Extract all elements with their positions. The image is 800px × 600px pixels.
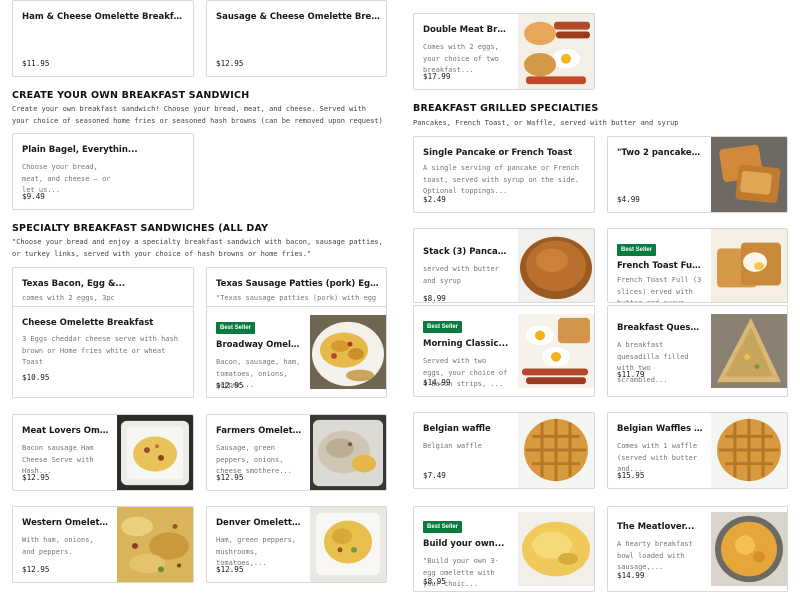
- item-name: Belgian waffle: [423, 424, 491, 434]
- menu-item-the-meatlover[interactable]: The Meatlover... A hearty breakfast bowl…: [607, 506, 788, 592]
- item-name: Stack (3) Pancakes: [423, 247, 510, 257]
- item-price: $12.95: [22, 473, 50, 482]
- item-price: $8.99: [423, 294, 446, 303]
- menu-item-sausage-cheese-omelette[interactable]: Sausage & Cheese Omelette Breakfast $12.…: [206, 0, 387, 77]
- gravy-omelette-photo: [310, 415, 386, 490]
- menu-item-two-pancakes[interactable]: "Two 2 pancakes or... $4.99: [607, 136, 788, 213]
- item-description: A single serving of pancake or French to…: [423, 164, 579, 195]
- item-price: $15.95: [617, 471, 645, 480]
- item-price: $12.95: [22, 565, 50, 574]
- quesadilla-photo: [711, 314, 787, 388]
- item-name: Texas Sausage Patties (pork) Egg, and...: [216, 279, 380, 289]
- item-price: $12.95: [216, 381, 244, 390]
- menu-item-breakfast-quesadilla[interactable]: Breakfast Quesadilla A breakfast quesadi…: [607, 305, 788, 397]
- item-price: $17.99: [423, 72, 451, 81]
- item-name: Belgian Waffles with ...: [617, 424, 703, 434]
- item-name: Texas Bacon, Egg &...: [22, 279, 126, 289]
- menu-item-farmers-omelette[interactable]: Farmers Omelette... Sausage, green peppe…: [206, 414, 387, 491]
- best-seller-badge: Best Seller: [423, 321, 463, 333]
- menu-item-morning-classic[interactable]: Best Seller Morning Classic... Served wi…: [413, 305, 595, 397]
- menu-item-stack-pancakes[interactable]: Stack (3) Pancakes served with butter an…: [413, 228, 595, 303]
- breakfast-platter-photo: [518, 14, 594, 89]
- folded-omelette-photo: [518, 512, 594, 586]
- french-toast-cream-photo: [711, 229, 787, 302]
- omelette-container-photo: [117, 415, 193, 490]
- section-title-specialty-sandwiches: SPECIALTY BREAKFAST SANDWICHES (ALL DAY: [12, 223, 269, 234]
- item-price: $12.95: [216, 565, 244, 574]
- item-name: Ham & Cheese Omelette Breakfast: [22, 12, 187, 22]
- item-name: Build your own...: [423, 539, 505, 549]
- item-price: $2.49: [423, 195, 446, 204]
- waffle-photo-2: [711, 413, 787, 488]
- item-description: A hearty breakfast bowl loaded with saus…: [617, 540, 693, 571]
- item-name: Single Pancake or French Toast: [423, 148, 573, 158]
- item-price: $14.99: [423, 378, 451, 387]
- item-price: $8.95: [423, 577, 446, 586]
- item-price: $10.95: [22, 373, 50, 382]
- section-description-grilled-specialties: Pancakes, French Toast, or Waffle, serve…: [413, 119, 679, 127]
- item-name: French Toast Full (3...: [617, 261, 703, 271]
- item-price: $12.95: [216, 473, 244, 482]
- breakfast-bowl-photo: [711, 512, 787, 586]
- section-description-create-sandwich: Create your own breakfast sandwich! Choo…: [12, 105, 383, 125]
- menu-item-western-omelette[interactable]: Western Omelette... With ham, onions, an…: [12, 506, 194, 583]
- menu-item-broadway-omelette[interactable]: Best Seller Broadway Omelette... Bacon, …: [206, 306, 387, 398]
- waffle-photo: [518, 413, 594, 488]
- item-description: A breakfast quesadilla filled with two s…: [617, 341, 689, 384]
- omelette-plate-photo: [310, 315, 386, 389]
- menu-item-meat-lovers-omelette[interactable]: Meat Lovers Omelett... Bacon sausage Ham…: [12, 414, 194, 491]
- item-price: $11.79: [617, 370, 645, 379]
- item-price: $11.95: [22, 59, 50, 68]
- section-title-grilled-specialties: BREAKFAST GRILLED SPECIALTIES: [413, 103, 599, 114]
- denver-omelette-photo: [310, 507, 386, 582]
- menu-item-cheese-omelette[interactable]: Cheese Omelette Breakfast 3 Eggs cheddar…: [12, 306, 194, 398]
- item-name: Plain Bagel, Everythin...: [22, 145, 138, 155]
- item-description: "Texas sausage patties (pork) with egg a…: [216, 294, 380, 302]
- classic-breakfast-photo: [518, 314, 594, 388]
- item-description: With ham, onions, and peppers.: [22, 536, 94, 556]
- item-name: Double Meat Breakfa...: [423, 25, 510, 35]
- item-price: $12.95: [216, 59, 244, 68]
- menu-item-build-your-own-omelette[interactable]: Best Seller Build your own... "Build you…: [413, 506, 595, 592]
- item-name: "Two 2 pancakes or...: [617, 148, 703, 158]
- item-name: Meat Lovers Omelett...: [22, 426, 109, 436]
- item-price: $4.99: [617, 195, 640, 204]
- item-name: Morning Classic...: [423, 339, 509, 349]
- menu-item-belgian-waffles-with[interactable]: Belgian Waffles with ... Comes with 1 wa…: [607, 412, 788, 489]
- menu-item-plain-bagel[interactable]: Plain Bagel, Everythin... Choose your br…: [12, 133, 194, 210]
- item-price: $9.49: [22, 192, 45, 201]
- pancake-stack-photo: [518, 229, 594, 302]
- item-name: Breakfast Quesadilla: [617, 323, 703, 333]
- item-name: Broadway Omelette...: [216, 340, 302, 350]
- item-description: Belgian waffle: [423, 442, 483, 450]
- item-price: $7.49: [423, 471, 446, 480]
- item-name: Sausage & Cheese Omelette Breakfast: [216, 12, 380, 22]
- item-description: French Toast Full (3 slices) erved with …: [617, 276, 702, 303]
- section-description-specialty-sandwiches: "Choose your bread and enjoy a specialty…: [12, 238, 383, 258]
- section-title-create-sandwich: CREATE YOUR OWN BREAKFAST SANDWICH: [12, 90, 250, 101]
- menu-item-belgian-waffle[interactable]: Belgian waffle Belgian waffle $7.49: [413, 412, 595, 489]
- item-name: Farmers Omelette...: [216, 426, 302, 436]
- best-seller-badge: Best Seller: [423, 521, 463, 533]
- western-omelette-photo: [117, 507, 193, 582]
- french-toast-photo: [711, 137, 787, 212]
- item-name: Western Omelette...: [22, 518, 109, 528]
- menu-item-denver-omelette[interactable]: Denver Omelette... Ham, green peppers, m…: [206, 506, 387, 583]
- menu-item-ham-cheese-omelette[interactable]: Ham & Cheese Omelette Breakfast $11.95: [12, 0, 194, 77]
- item-name: The Meatlover...: [617, 522, 695, 532]
- item-description: comes with 2 eggs, 3pc: [22, 294, 115, 302]
- menu-item-french-toast-full[interactable]: Best Seller French Toast Full (3... Fren…: [607, 228, 788, 303]
- menu-item-double-meat-breakfast[interactable]: Double Meat Breakfa... Comes with 2 eggs…: [413, 13, 595, 90]
- item-description: served with butter and syrup: [423, 265, 499, 285]
- best-seller-badge: Best Seller: [617, 244, 657, 256]
- menu-item-single-pancake[interactable]: Single Pancake or French Toast A single …: [413, 136, 595, 213]
- item-description: 3 Eggs cheddar cheese serve with hash br…: [22, 335, 178, 366]
- item-price: $14.99: [617, 571, 645, 580]
- item-name: Denver Omelette...: [216, 518, 302, 528]
- best-seller-badge: Best Seller: [216, 322, 256, 334]
- item-name: Cheese Omelette Breakfast: [22, 318, 154, 328]
